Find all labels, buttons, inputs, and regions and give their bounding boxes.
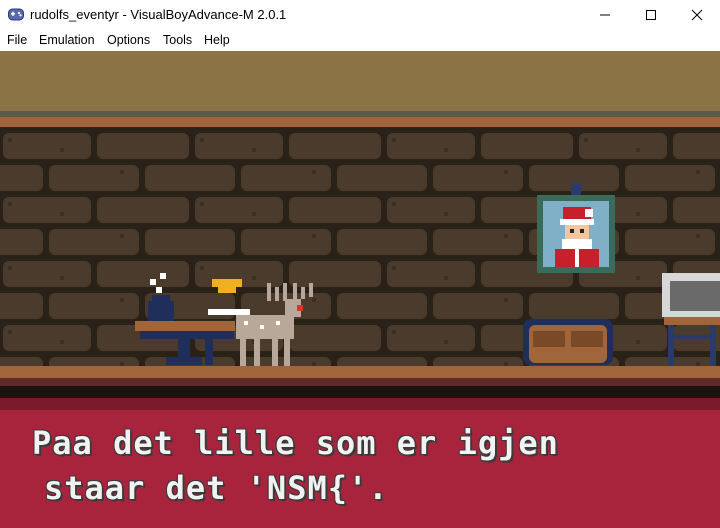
dialog-line-2: staar det 'NSM{'. bbox=[44, 469, 389, 507]
ceiling-shadow bbox=[0, 111, 720, 117]
ceiling bbox=[0, 51, 720, 111]
menu-bar: File Emulation Options Tools Help bbox=[0, 30, 720, 51]
ceiling-trim bbox=[0, 117, 720, 127]
menu-file[interactable]: File bbox=[7, 33, 27, 47]
close-button[interactable] bbox=[674, 0, 720, 30]
title-bar[interactable]: rudolfs_eventyr - VisualBoyAdvance-M 2.0… bbox=[0, 0, 720, 30]
minimize-button[interactable] bbox=[582, 0, 628, 30]
floor-trim bbox=[0, 366, 720, 378]
gamepad-icon bbox=[8, 8, 24, 21]
dialog-box bbox=[0, 398, 720, 410]
menu-tools[interactable]: Tools bbox=[163, 33, 192, 47]
floor-shadow bbox=[0, 378, 720, 386]
dialog-line-1: Paa det lille som er igjen bbox=[32, 424, 559, 462]
sofa bbox=[523, 319, 613, 365]
game-screen[interactable]: Paa det lille som er igjen staar det 'NS… bbox=[0, 51, 720, 528]
window-title: rudolfs_eventyr - VisualBoyAdvance-M 2.0… bbox=[30, 7, 287, 22]
floor-dark bbox=[0, 386, 720, 398]
maximize-icon bbox=[646, 10, 656, 20]
santa-portrait bbox=[537, 183, 615, 273]
close-icon bbox=[691, 9, 703, 21]
minimize-icon bbox=[600, 14, 610, 16]
trim-shadow bbox=[0, 127, 720, 130]
maximize-button[interactable] bbox=[628, 0, 674, 30]
menu-options[interactable]: Options bbox=[107, 33, 150, 47]
menu-help[interactable]: Help bbox=[204, 33, 230, 47]
menu-emulation[interactable]: Emulation bbox=[39, 33, 95, 47]
